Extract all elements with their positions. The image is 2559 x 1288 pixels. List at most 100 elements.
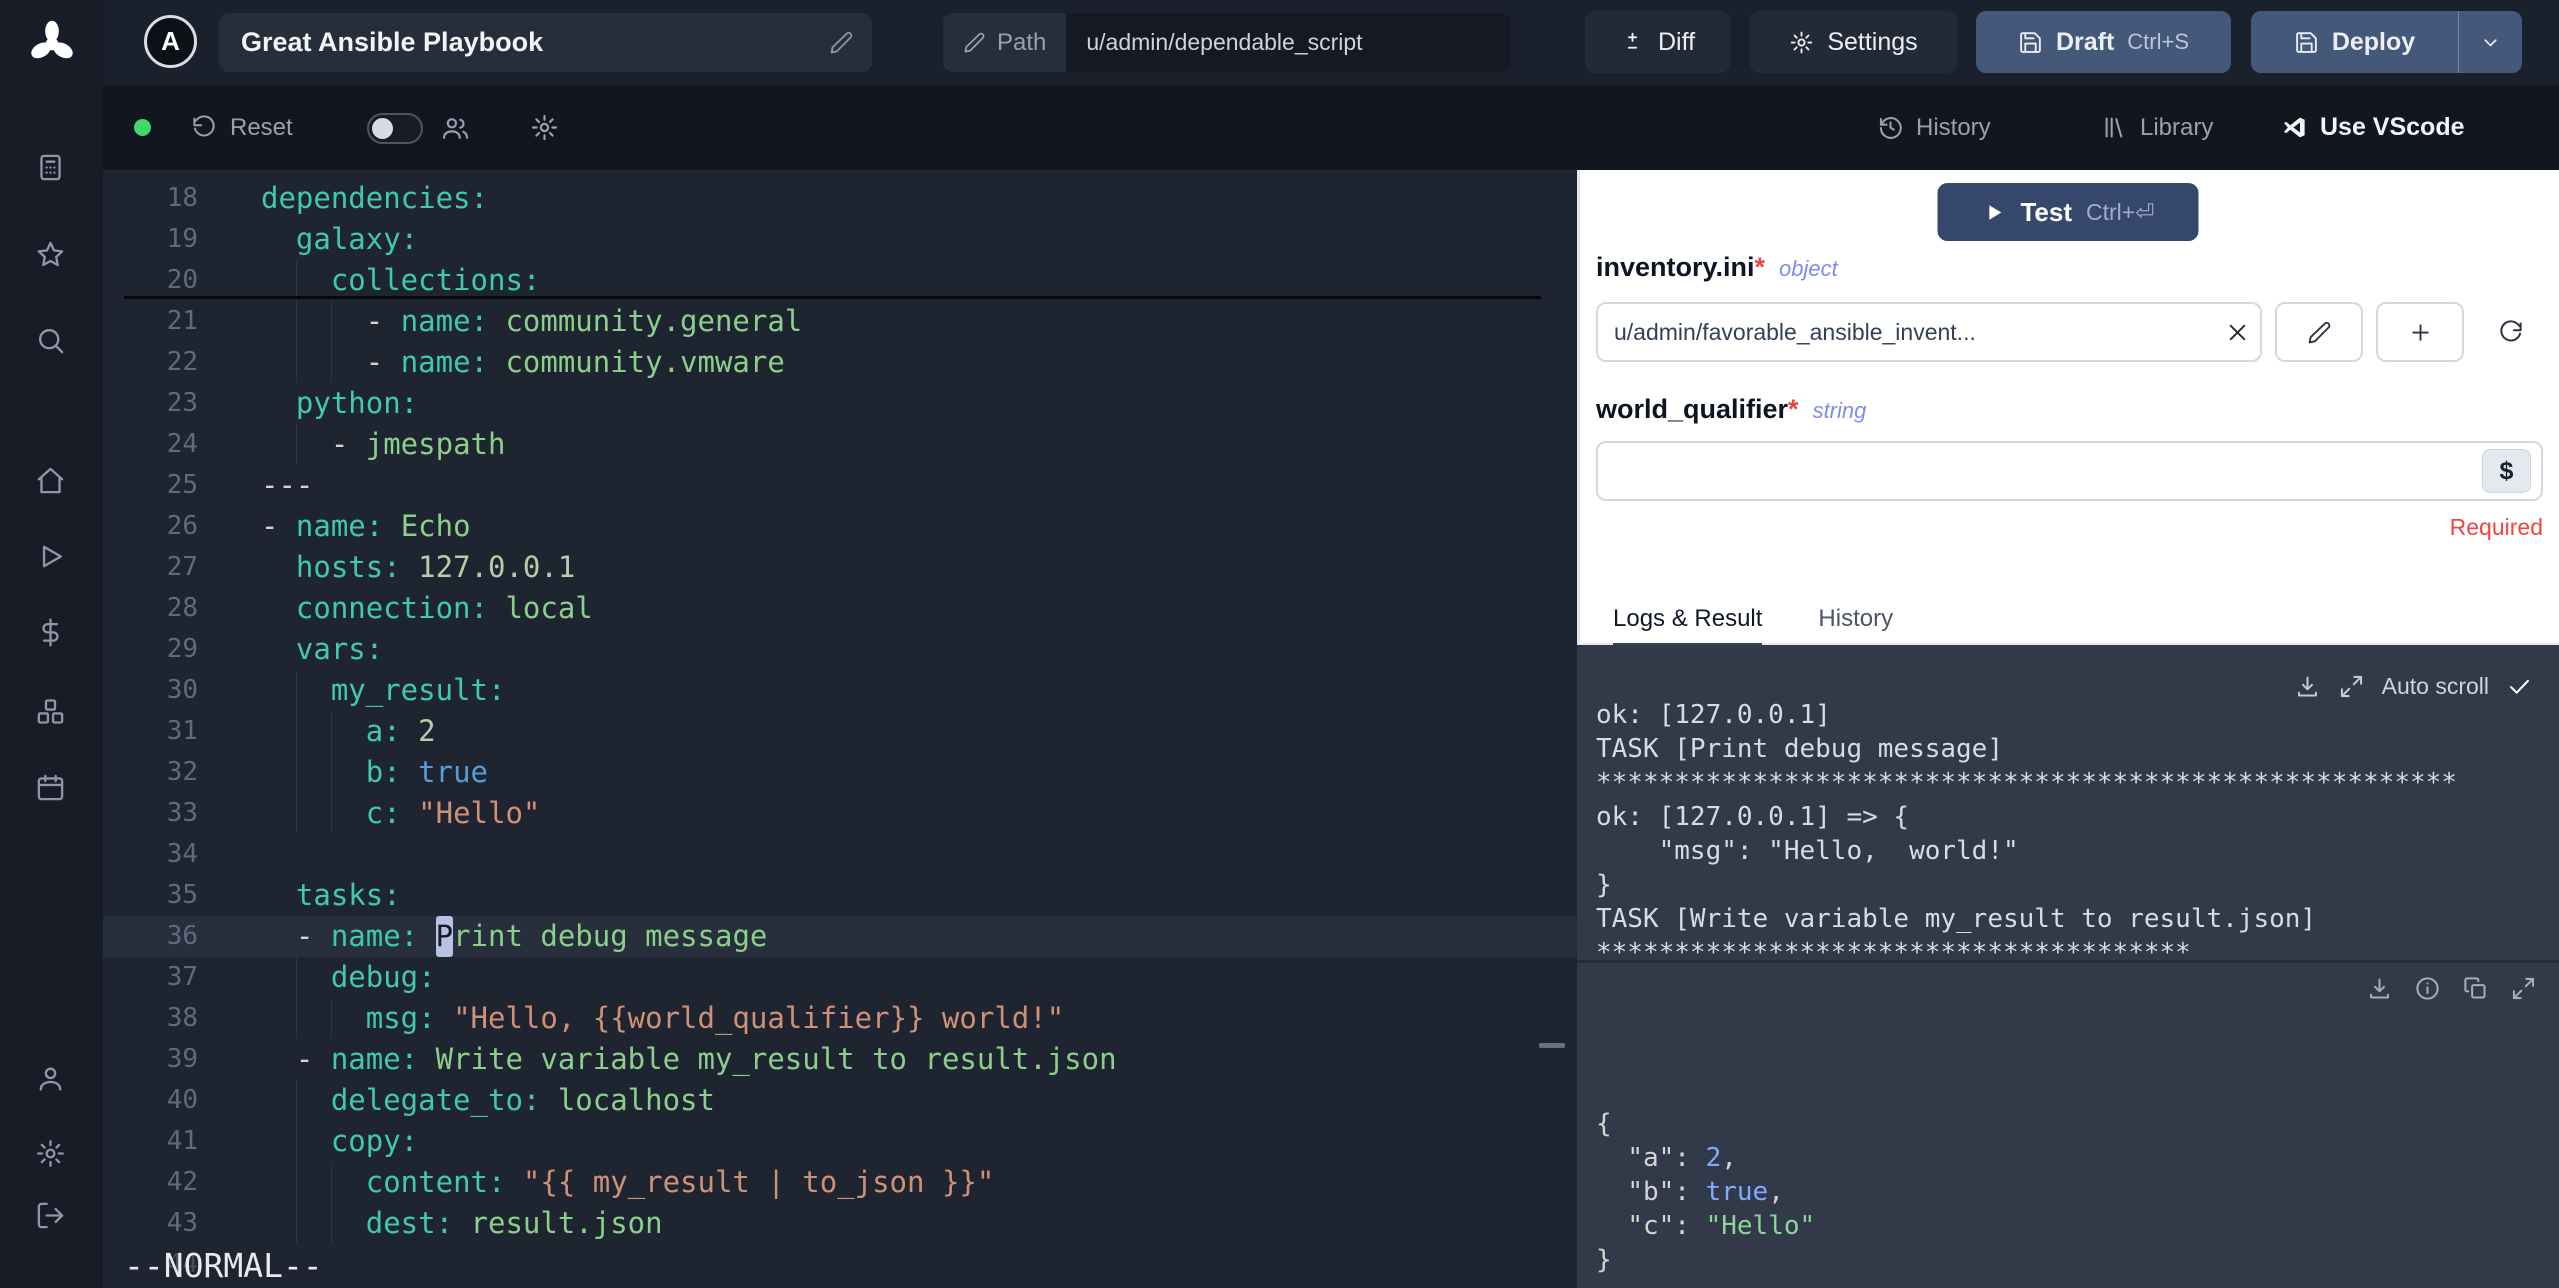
autoscroll-checkbox[interactable] [2506,673,2533,700]
code-line[interactable]: 20 collections: [103,260,1577,301]
download-icon[interactable] [2366,975,2393,1002]
library-label: Library [2140,113,2214,141]
sidebar-item-gear[interactable] [33,1136,69,1172]
pencil-icon [2307,320,2332,345]
editor-divider [124,296,1541,299]
draft-label: Draft [2055,27,2115,56]
sidebar-item-star[interactable] [33,237,69,273]
editor-settings-button[interactable] [530,113,559,142]
deploy-dropdown-button[interactable] [2458,11,2522,73]
windmill-logo-icon[interactable] [28,20,76,68]
code-line[interactable]: 34 [103,834,1577,875]
code-line[interactable]: 22 - name: community.vmware [103,342,1577,383]
line-number: 41 [166,1126,198,1156]
info-icon[interactable] [2414,975,2441,1002]
code-text: delegate_to: localhost [261,1080,715,1121]
inventory-field-label: inventory.ini * object [1596,252,1838,283]
use-vscode-button[interactable]: Use VScode [2281,85,2465,170]
tab-history[interactable]: History [1818,595,1893,643]
tab-logs-result[interactable]: Logs & Result [1613,595,1763,646]
code-line[interactable]: 28 connection: local [103,588,1577,629]
download-icon[interactable] [2294,673,2321,700]
clear-icon[interactable] [2225,320,2250,345]
sidebar-item-boxes[interactable] [33,694,69,730]
code-line[interactable]: 21 - name: community.general [103,301,1577,342]
inventory-resource-value: u/admin/favorable_ansible_invent... [1614,318,1976,345]
code-line[interactable]: 29 vars: [103,629,1577,670]
draft-button[interactable]: Draft Ctrl+S [1976,11,2231,73]
code-text: connection: local [295,591,593,625]
code-editor[interactable]: 18 dependencies: 19 galaxy: 20 collections:… [103,170,1577,1288]
code-line[interactable]: 38 msg: "Hello, {{world_qualifier}} worl… [103,998,1577,1039]
code-line[interactable]: 31 a: 2 [103,711,1577,752]
sidebar-item-play[interactable] [33,539,69,575]
code-line[interactable]: 27 hosts: 127.0.0.1 [103,547,1577,588]
code-line[interactable]: 33 c: "Hello" [103,793,1577,834]
play-icon [1981,200,2006,225]
sidebar-item-dollar[interactable] [33,615,69,651]
variable-picker-button[interactable]: $ [2482,449,2531,493]
sidebar-item-calculator[interactable] [33,150,69,186]
path-group[interactable]: Path u/admin/dependable_script [943,13,1511,72]
reset-button[interactable]: Reset [191,85,293,170]
code-line[interactable]: 43 dest: result.json [103,1203,1577,1244]
sidebar-item-calendar[interactable] [33,770,69,806]
code-line[interactable]: 37 debug: [103,957,1577,998]
code-line[interactable]: 25 --- [103,465,1577,506]
history-button[interactable]: History [1877,85,1991,170]
result-panel[interactable]: { "a": 2, "b": true, "c": "Hello"} [1577,960,2559,1288]
script-title-input[interactable]: Great Ansible Playbook [219,13,872,72]
settings-button[interactable]: Settings [1750,11,1957,73]
edit-resource-button[interactable] [2275,302,2363,362]
code-text: c: "Hello" [261,793,540,834]
test-button[interactable]: Test Ctrl+⏎ [1937,183,2199,241]
add-resource-button[interactable] [2376,302,2464,362]
expand-icon[interactable] [2510,975,2537,1002]
code-line[interactable]: 41 copy: [103,1121,1577,1162]
code-line[interactable]: 19 galaxy: [103,219,1577,260]
line-number: 36 [166,921,198,951]
library-button[interactable]: Library [2101,85,2213,170]
diff-button[interactable]: Diff [1585,11,1730,73]
avatar[interactable]: A [144,15,197,68]
code-line[interactable]: 44 [103,1244,1577,1285]
line-number: 20 [166,265,198,295]
logs-panel[interactable]: ok: [127.0.0.1] TASK [Print debug message… [1577,645,2559,960]
path-value: u/admin/dependable_script [1066,13,1511,72]
inventory-resource-input[interactable]: u/admin/favorable_ansible_invent... [1596,302,2262,362]
inventory-label: inventory.ini [1596,252,1755,282]
mode-toggle[interactable] [367,113,423,144]
code-line[interactable]: 18 dependencies: [103,178,1577,219]
settings-label: Settings [1827,27,1918,56]
copy-icon[interactable] [2462,975,2489,1002]
code-line[interactable]: 32 b: true [103,752,1577,793]
log-line: TASK [Print debug message] [1596,734,2003,764]
sidebar-item-user[interactable] [33,1061,69,1097]
line-number: 28 [166,593,198,623]
sidebar-item-search[interactable] [33,323,69,359]
code-line[interactable]: 24 - jmespath [103,424,1577,465]
code-line[interactable]: 40 delegate_to: localhost [103,1080,1577,1121]
code-line[interactable]: 30 my_result: [103,670,1577,711]
line-number: 18 [166,183,198,213]
deploy-button[interactable]: Deploy [2251,11,2458,73]
code-line[interactable]: 26 - name: Echo [103,506,1577,547]
expand-icon[interactable] [2338,673,2365,700]
code-text: - name: Write variable my_result to resu… [261,1042,1117,1076]
code-line[interactable]: 23 python: [103,383,1577,424]
code-text: - jmespath [261,424,505,465]
sidebar-item-logout[interactable] [33,1198,69,1234]
line-number: 43 [166,1208,198,1238]
use-vscode-label: Use VScode [2320,113,2465,141]
required-hint: Required [2449,514,2543,540]
code-line[interactable]: 36 - name: Print debug message [103,916,1577,957]
sidebar-item-home[interactable] [33,463,69,499]
deploy-button-group: Deploy [2251,11,2522,73]
world-qualifier-input[interactable]: $ [1596,441,2543,501]
code-line[interactable]: 35 tasks: [103,875,1577,916]
code-line[interactable]: 42 content: "{{ my_result | to_json }}" [103,1162,1577,1203]
refresh-resource-button[interactable] [2477,302,2543,362]
code-line[interactable]: 39 - name: Write variable my_result to r… [103,1039,1577,1080]
collaborators-button[interactable] [441,113,470,142]
line-number: 21 [166,306,198,336]
